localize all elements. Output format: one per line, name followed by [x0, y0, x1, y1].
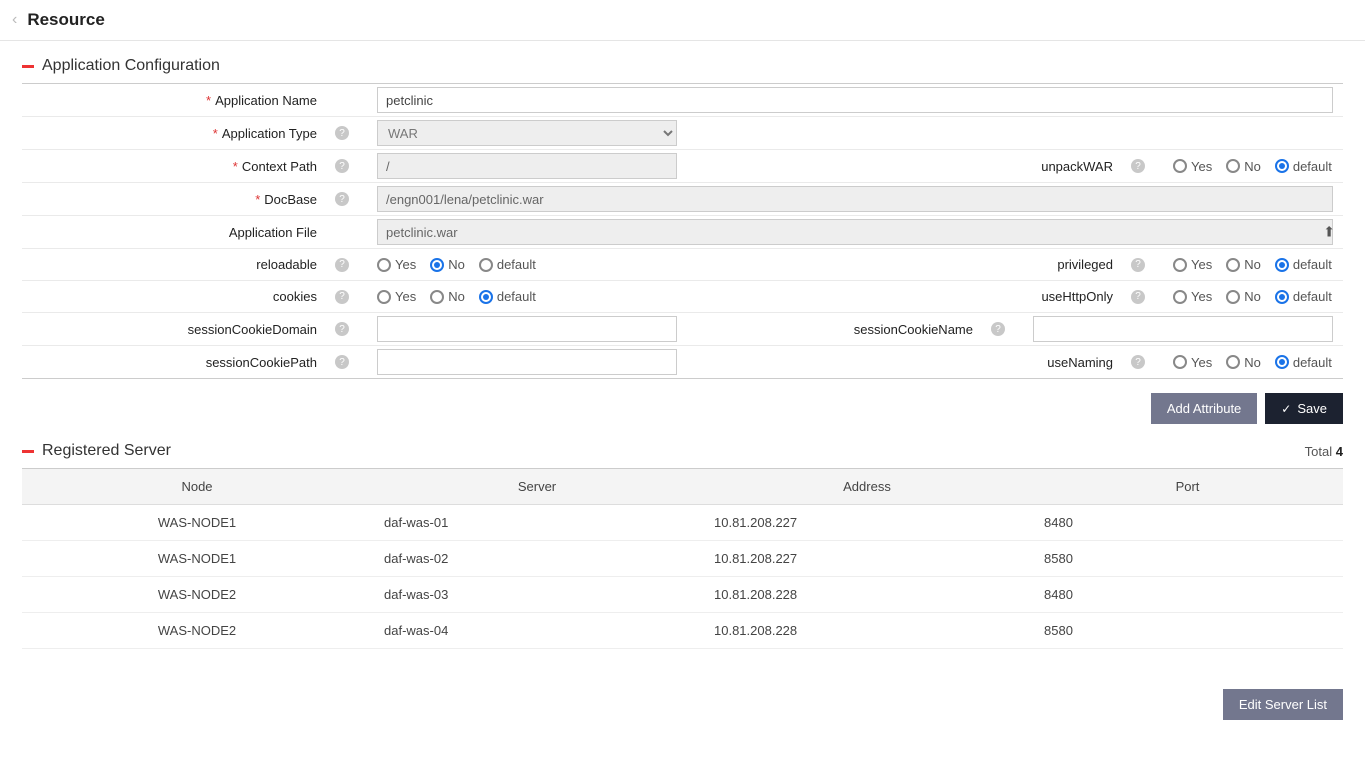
- radio-no[interactable]: No: [1226, 159, 1261, 174]
- table-row: WAS-NODE1daf-was-0110.81.208.2278480: [22, 505, 1343, 541]
- input-doc-base: [377, 186, 1333, 212]
- help-icon[interactable]: ?: [1131, 290, 1145, 304]
- radio-default[interactable]: default: [479, 257, 536, 272]
- cell-port: 8580: [1032, 541, 1343, 577]
- cell-address: 10.81.208.227: [702, 541, 1032, 577]
- radio-yes[interactable]: Yes: [1173, 257, 1212, 272]
- label-context-path: Context Path?: [22, 150, 367, 182]
- label-reloadable: reloadable?: [22, 249, 367, 280]
- server-table: Node Server Address Port WAS-NODE1daf-wa…: [22, 468, 1343, 649]
- radio-use-naming: Yes No default: [1163, 346, 1343, 378]
- label-session-cookie-path: sessionCookiePath?: [22, 346, 367, 378]
- th-port: Port: [1032, 469, 1343, 505]
- radio-no[interactable]: No: [1226, 257, 1261, 272]
- help-icon[interactable]: ?: [991, 322, 1005, 336]
- help-icon[interactable]: ?: [335, 290, 349, 304]
- radio-use-http-only: Yes No default: [1163, 281, 1343, 312]
- input-app-file: [377, 219, 1333, 245]
- label-session-cookie-domain: sessionCookieDomain?: [22, 313, 367, 345]
- help-icon[interactable]: ?: [335, 126, 349, 140]
- save-button[interactable]: ✓Save: [1265, 393, 1343, 424]
- label-session-cookie-name: sessionCookieName?: [691, 313, 1023, 345]
- radio-default[interactable]: default: [479, 289, 536, 304]
- total-label: Total 4: [1305, 444, 1343, 459]
- input-session-cookie-name[interactable]: [1033, 316, 1333, 342]
- table-row: WAS-NODE1daf-was-0210.81.208.2278580: [22, 541, 1343, 577]
- th-address: Address: [702, 469, 1032, 505]
- cell-address: 10.81.208.227: [702, 505, 1032, 541]
- radio-no[interactable]: No: [1226, 355, 1261, 370]
- input-app-name[interactable]: [377, 87, 1333, 113]
- label-privileged: privileged?: [831, 249, 1163, 280]
- help-icon[interactable]: ?: [335, 258, 349, 272]
- help-icon[interactable]: ?: [1131, 159, 1145, 173]
- label-app-file: Application File: [22, 216, 367, 248]
- radio-no[interactable]: No: [430, 257, 465, 272]
- label-use-http-only: useHttpOnly?: [831, 281, 1163, 312]
- radio-yes[interactable]: Yes: [1173, 159, 1212, 174]
- help-icon[interactable]: ?: [1131, 258, 1145, 272]
- collapse-icon[interactable]: [22, 450, 34, 453]
- help-icon[interactable]: ?: [1131, 355, 1145, 369]
- th-node: Node: [22, 469, 372, 505]
- section-title-config: Application Configuration: [42, 57, 220, 75]
- radio-yes[interactable]: Yes: [377, 289, 416, 304]
- cell-port: 8480: [1032, 577, 1343, 613]
- add-attribute-button[interactable]: Add Attribute: [1151, 393, 1257, 424]
- input-context-path: [377, 153, 677, 179]
- radio-yes[interactable]: Yes: [1173, 289, 1212, 304]
- radio-reloadable: Yes No default: [367, 249, 831, 280]
- label-doc-base: DocBase?: [22, 183, 367, 215]
- help-icon[interactable]: ?: [335, 159, 349, 173]
- cell-port: 8580: [1032, 613, 1343, 649]
- label-use-naming: useNaming?: [831, 346, 1163, 378]
- radio-default[interactable]: default: [1275, 257, 1332, 272]
- section-title-servers: Registered Server: [42, 442, 171, 460]
- radio-no[interactable]: No: [430, 289, 465, 304]
- radio-unpack-war: Yes No default: [1163, 150, 1343, 182]
- radio-privileged: Yes No default: [1163, 249, 1343, 280]
- table-row: WAS-NODE2daf-was-0310.81.208.2288480: [22, 577, 1343, 613]
- cell-node: WAS-NODE1: [22, 541, 372, 577]
- radio-no[interactable]: No: [1226, 289, 1261, 304]
- input-session-cookie-domain[interactable]: [377, 316, 677, 342]
- cell-server: daf-was-03: [372, 577, 702, 613]
- radio-default[interactable]: default: [1275, 159, 1332, 174]
- cell-server: daf-was-01: [372, 505, 702, 541]
- help-icon[interactable]: ?: [335, 322, 349, 336]
- select-app-type[interactable]: WAR: [377, 120, 677, 146]
- cell-node: WAS-NODE1: [22, 505, 372, 541]
- radio-yes[interactable]: Yes: [1173, 355, 1212, 370]
- config-form: Application Name Application Type? WAR C…: [22, 83, 1343, 379]
- label-app-type: Application Type?: [22, 117, 367, 149]
- edit-server-list-button[interactable]: Edit Server List: [1223, 689, 1343, 720]
- th-server: Server: [372, 469, 702, 505]
- table-row: WAS-NODE2daf-was-0410.81.208.2288580: [22, 613, 1343, 649]
- back-icon[interactable]: ‹: [12, 11, 17, 29]
- label-app-name: Application Name: [22, 84, 367, 116]
- cell-server: daf-was-02: [372, 541, 702, 577]
- page-title: Resource: [27, 10, 104, 30]
- cell-node: WAS-NODE2: [22, 613, 372, 649]
- help-icon[interactable]: ?: [335, 192, 349, 206]
- label-cookies: cookies?: [22, 281, 367, 312]
- cell-node: WAS-NODE2: [22, 577, 372, 613]
- upload-icon[interactable]: ⬆: [1323, 224, 1335, 241]
- cell-address: 10.81.208.228: [702, 577, 1032, 613]
- help-icon[interactable]: ?: [335, 355, 349, 369]
- input-session-cookie-path[interactable]: [377, 349, 677, 375]
- collapse-icon[interactable]: [22, 65, 34, 68]
- cell-address: 10.81.208.228: [702, 613, 1032, 649]
- cell-server: daf-was-04: [372, 613, 702, 649]
- radio-default[interactable]: default: [1275, 289, 1332, 304]
- radio-cookies: Yes No default: [367, 281, 831, 312]
- radio-default[interactable]: default: [1275, 355, 1332, 370]
- cell-port: 8480: [1032, 505, 1343, 541]
- label-unpack-war: unpackWAR?: [831, 150, 1163, 182]
- radio-yes[interactable]: Yes: [377, 257, 416, 272]
- check-icon: ✓: [1281, 402, 1291, 416]
